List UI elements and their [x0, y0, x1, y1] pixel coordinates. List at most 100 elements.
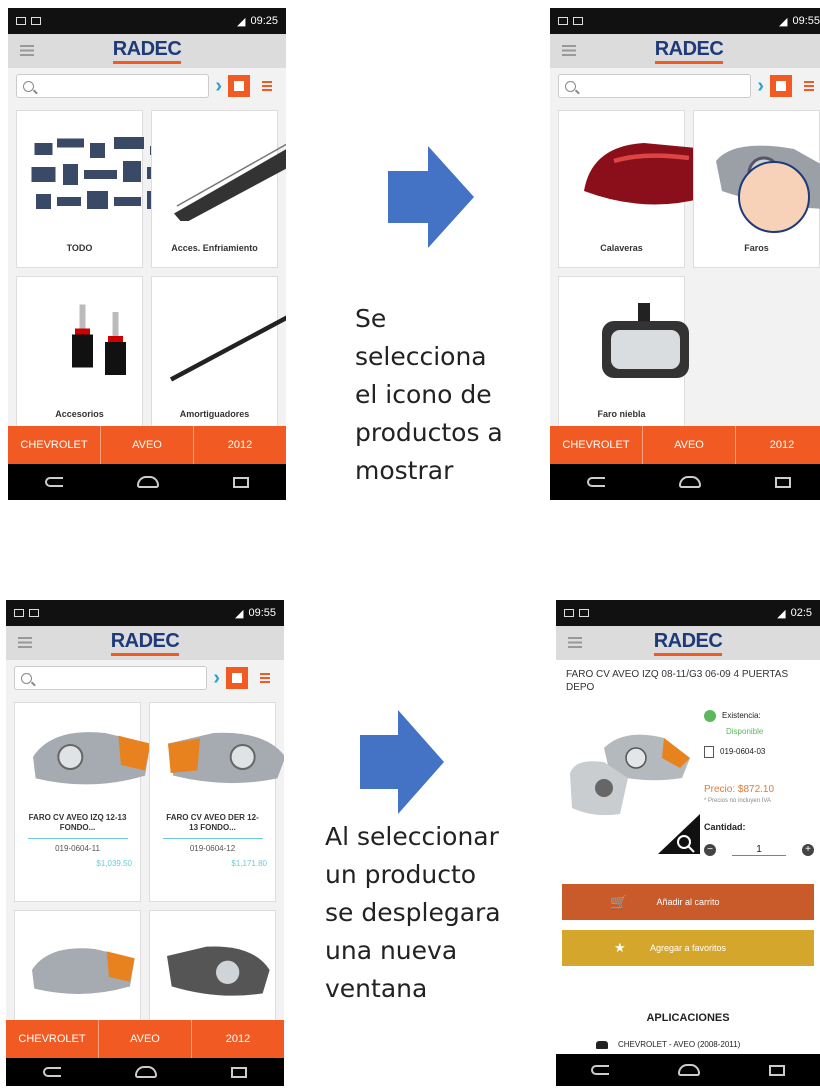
- price-note: * Precios no incluyen IVA: [704, 798, 771, 804]
- status-bar: ◢ 09:55: [6, 600, 284, 626]
- back-icon[interactable]: [587, 477, 605, 487]
- strut-image: [169, 315, 286, 382]
- belt-image: [174, 143, 286, 221]
- grid-view-button[interactable]: [770, 75, 792, 97]
- vehicle-year[interactable]: 2012: [736, 426, 820, 464]
- search-input[interactable]: [14, 666, 208, 690]
- quantity-stepper[interactable]: − 1 +: [704, 840, 814, 860]
- add-to-favorites-label: Agregar a favoritos: [649, 943, 727, 953]
- add-to-favorites-button[interactable]: ★ Agregar a favoritos: [562, 930, 814, 966]
- menu-icon[interactable]: [18, 637, 32, 648]
- back-icon[interactable]: [43, 1067, 61, 1077]
- back-icon[interactable]: [590, 1065, 609, 1075]
- app-bar: RADEC: [8, 34, 286, 68]
- home-icon[interactable]: [677, 1064, 700, 1076]
- category-card-faros[interactable]: Faros: [693, 110, 820, 268]
- back-icon[interactable]: [45, 477, 63, 487]
- status-time: 02:5: [790, 607, 812, 619]
- product-code: 019-0604-12: [189, 844, 236, 853]
- status-bar: ◢ 09:55: [550, 8, 820, 34]
- notification-icon: [579, 609, 589, 617]
- android-nav-bar: [550, 464, 820, 500]
- list-view-button[interactable]: [254, 667, 276, 689]
- vehicle-make[interactable]: CHEVROLET: [6, 1020, 99, 1058]
- product-grid: FARO CV AVEO IZQ 12-13 FONDO... 019-0604…: [6, 696, 284, 1036]
- add-to-cart-label: Añadir al carrito: [656, 897, 720, 907]
- chevron-right-icon[interactable]: ›: [213, 668, 220, 688]
- minus-icon[interactable]: −: [704, 844, 716, 856]
- home-icon[interactable]: [679, 476, 701, 488]
- search-input[interactable]: [558, 74, 752, 98]
- vehicle-year[interactable]: 2012: [192, 1020, 284, 1058]
- list-view-button[interactable]: [256, 75, 278, 97]
- signal-icon: ◢: [779, 15, 788, 28]
- vehicle-model[interactable]: AVEO: [643, 426, 736, 464]
- category-card-calaveras[interactable]: Calaveras: [558, 110, 707, 268]
- product-card[interactable]: [14, 910, 141, 1030]
- category-label: Accesorios: [55, 409, 104, 419]
- recents-icon[interactable]: [775, 476, 791, 488]
- product-card[interactable]: FARO CV AVEO DER 12-13 FONDO... 019-0604…: [149, 702, 284, 902]
- foglight-image: [602, 303, 689, 378]
- chevron-right-icon[interactable]: ›: [215, 76, 222, 96]
- application-text: CHEVROLET - AVEO (2008-2011): [618, 1040, 741, 1049]
- quantity-value[interactable]: 1: [732, 844, 786, 856]
- signal-icon: ◢: [237, 15, 246, 28]
- grid-view-button[interactable]: [228, 75, 250, 97]
- home-icon[interactable]: [137, 476, 159, 488]
- phone-screen-product-detail: ◢ 02:5 RADEC FARO CV AVEO IZQ 08-11/G3 06…: [556, 600, 820, 1086]
- status-time: 09:55: [792, 15, 820, 27]
- category-card-todo[interactable]: TODO: [16, 110, 171, 268]
- stock-value: Disponible: [726, 727, 764, 736]
- grid-view-button[interactable]: [226, 667, 248, 689]
- recents-icon[interactable]: [233, 476, 249, 488]
- search-row: ›: [6, 660, 284, 696]
- list-view-button[interactable]: [798, 75, 820, 97]
- zoom-corner-icon[interactable]: [658, 814, 700, 854]
- headlight-image: [32, 732, 151, 785]
- vehicle-model[interactable]: AVEO: [101, 426, 194, 464]
- menu-icon[interactable]: [568, 637, 582, 648]
- signal-icon: ◢: [235, 607, 244, 620]
- vehicle-bar: CHEVROLET AVEO 2012: [550, 426, 820, 464]
- menu-icon[interactable]: [20, 45, 34, 56]
- recents-icon[interactable]: [769, 1064, 786, 1076]
- search-input[interactable]: [16, 74, 210, 98]
- vehicle-make[interactable]: CHEVROLET: [8, 426, 101, 464]
- search-icon: [21, 672, 32, 684]
- vehicle-year[interactable]: 2012: [194, 426, 286, 464]
- vehicle-make[interactable]: CHEVROLET: [550, 426, 643, 464]
- category-card-accesorios[interactable]: Accesorios: [16, 276, 143, 434]
- category-label: Faros: [744, 243, 769, 253]
- plus-icon[interactable]: +: [802, 844, 814, 856]
- check-circle-icon: [704, 710, 716, 722]
- status-time: 09:55: [248, 607, 276, 619]
- product-title: FARO CV AVEO DER 12-13 FONDO...: [166, 813, 259, 832]
- category-card-faro-niebla[interactable]: Faro niebla: [558, 276, 689, 434]
- vehicle-model[interactable]: AVEO: [99, 1020, 192, 1058]
- status-bar: ◢ 09:25: [8, 8, 286, 34]
- home-icon[interactable]: [135, 1066, 157, 1078]
- category-card-enfriamiento[interactable]: Acces. Enfriamiento: [151, 110, 286, 268]
- stock-label: Existencia:: [722, 711, 761, 720]
- arrow-right-icon: [360, 710, 444, 814]
- product-price: Precio: $872.10: [704, 784, 775, 795]
- quantity-label: Cantidad:: [704, 822, 746, 832]
- headlight-image: [166, 946, 270, 996]
- product-image: [570, 734, 690, 816]
- notification-icon: [14, 609, 24, 617]
- chevron-right-icon[interactable]: ›: [757, 76, 764, 96]
- cart-icon: 🛒: [610, 893, 628, 910]
- product-card[interactable]: [149, 910, 276, 1030]
- app-bar: RADEC: [550, 34, 820, 68]
- product-card[interactable]: FARO CV AVEO IZQ 12-13 FONDO... 019-0604…: [14, 702, 151, 902]
- recents-icon[interactable]: [231, 1066, 247, 1078]
- category-label: Calaveras: [600, 243, 643, 253]
- menu-icon[interactable]: [562, 45, 576, 56]
- add-to-cart-button[interactable]: 🛒 Añadir al carrito: [562, 884, 814, 920]
- phone-screen-subcategories: ◢ 09:55 RADEC › Calaveras Faros Faro nie…: [550, 8, 820, 500]
- product-price: $1,039.50: [96, 859, 132, 868]
- category-card-amortiguadores[interactable]: Amortiguadores: [151, 276, 286, 434]
- product-code: 019-0604-11: [55, 844, 100, 853]
- radec-logo: RADEC: [110, 630, 180, 656]
